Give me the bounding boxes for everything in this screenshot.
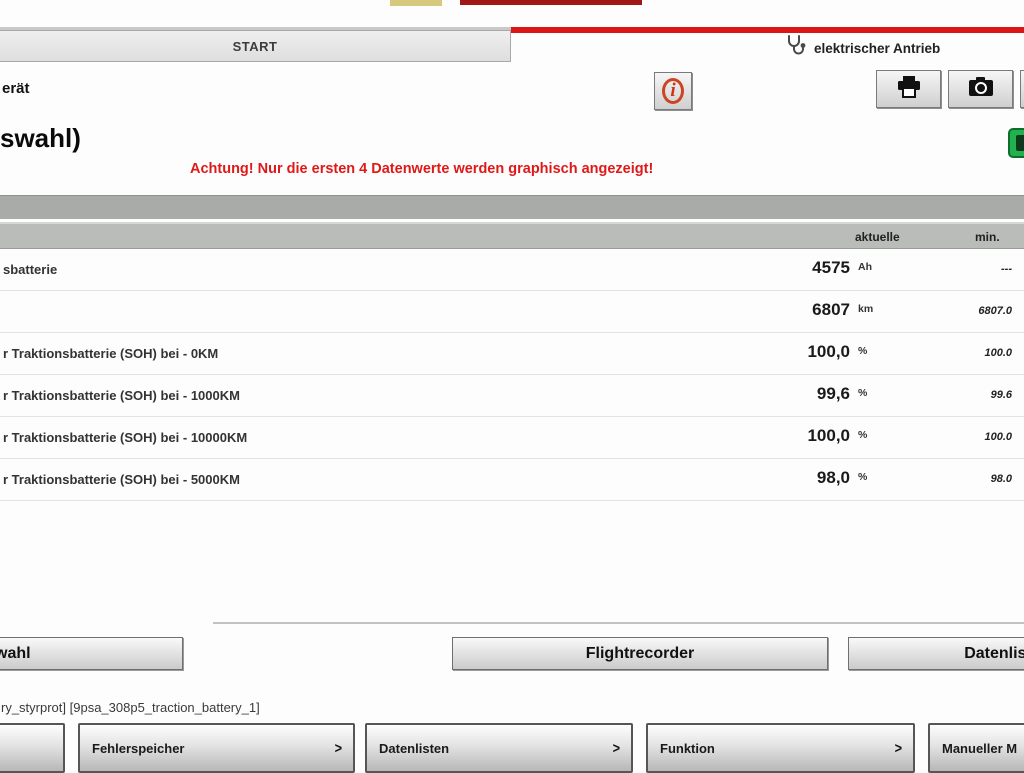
tab-start[interactable]: START xyxy=(0,30,511,62)
table-row[interactable]: r Traktionsbatterie (SOH) bei - 10000KM … xyxy=(0,417,1024,459)
row-unit: % xyxy=(858,471,867,483)
row-min-value: 6807.0 xyxy=(900,305,1012,317)
row-label: r Traktionsbatterie (SOH) bei - 10000KM xyxy=(3,430,247,445)
row-min-value: 100.0 xyxy=(900,347,1012,359)
row-label: r Traktionsbatterie (SOH) bei - 5000KM xyxy=(3,472,240,487)
row-label: r Traktionsbatterie (SOH) bei - 0KM xyxy=(3,346,218,361)
device-text-fragment: erät xyxy=(2,80,30,97)
menu-button-label: Datenlisten xyxy=(367,741,449,756)
menu-button-label: Manueller M xyxy=(930,741,1017,756)
warning-text: Achtung! Nur die ersten 4 Datenwerte wer… xyxy=(190,161,653,177)
table-row[interactable]: r Traktionsbatterie (SOH) bei - 5000KM 9… xyxy=(0,459,1024,501)
chevron-right-icon: > xyxy=(335,740,342,757)
page-title-fragment: swahl) xyxy=(0,123,81,154)
menu-button-label: Fehlerspeicher xyxy=(80,741,185,756)
row-min-value: 99.6 xyxy=(900,389,1012,401)
section-divider xyxy=(213,622,1024,624)
table-row[interactable]: r Traktionsbatterie (SOH) bei - 1000KM 9… xyxy=(0,375,1024,417)
module-name: elektrischer Antrieb xyxy=(814,41,940,56)
row-current-value: 6807 xyxy=(700,300,850,320)
menu-button[interactable]: Fehlerspeicher > xyxy=(78,723,355,773)
selection-button-cropped[interactable]: wahl xyxy=(0,637,183,670)
row-unit: % xyxy=(858,345,867,357)
row-unit: Ah xyxy=(858,261,872,273)
screenshot-button[interactable] xyxy=(948,70,1013,108)
row-current-value: 100,0 xyxy=(700,426,850,446)
stethoscope-icon xyxy=(785,34,809,63)
tab-start-label: START xyxy=(233,39,278,54)
flightrecorder-label: Flightrecorder xyxy=(586,645,694,663)
row-unit: % xyxy=(858,387,867,399)
row-unit: km xyxy=(858,303,873,315)
battery-status-icon xyxy=(1008,128,1024,158)
print-button[interactable] xyxy=(876,70,941,108)
row-unit: % xyxy=(858,429,867,441)
datenliste-button-cropped[interactable]: Datenlist xyxy=(848,637,1024,670)
top-cropped-yellow-bar xyxy=(390,0,442,6)
camera-icon xyxy=(967,76,995,103)
table-header-bar-top xyxy=(0,195,1024,219)
table-row[interactable]: sbatterie 4575 Ah --- xyxy=(0,249,1024,291)
status-line: ry_styrprot] [9psa_308p5_traction_batter… xyxy=(1,700,260,715)
row-current-value: 4575 xyxy=(700,258,850,278)
row-min-value: 98.0 xyxy=(900,473,1012,485)
info-icon: i xyxy=(662,78,684,104)
chevron-right-icon: > xyxy=(895,740,902,757)
row-current-value: 99,6 xyxy=(700,384,850,404)
menu-button-label: Funktion xyxy=(648,741,715,756)
table-row[interactable]: r Traktionsbatterie (SOH) bei - 0KM 100,… xyxy=(0,333,1024,375)
menu-button[interactable]: Manueller M > xyxy=(928,723,1024,773)
accent-red-line xyxy=(511,27,1024,33)
column-header-min: min. xyxy=(975,230,1000,244)
module-header: elektrischer Antrieb xyxy=(785,34,940,63)
datenliste-label: Datenlist xyxy=(964,645,1024,663)
column-header-current: aktuelle xyxy=(855,230,900,244)
printer-icon xyxy=(895,75,923,104)
row-label: sbatterie xyxy=(3,262,57,277)
table-row[interactable]: 6807 km 6807.0 xyxy=(0,291,1024,333)
info-button[interactable]: i xyxy=(654,72,692,110)
row-min-value: --- xyxy=(900,263,1012,275)
row-current-value: 100,0 xyxy=(700,342,850,362)
flightrecorder-button[interactable]: Flightrecorder xyxy=(452,637,828,670)
row-min-value: 100.0 xyxy=(900,431,1012,443)
measurement-table: sbatterie 4575 Ah --- 6807 km 6807.0 r T… xyxy=(0,249,1024,501)
chevron-right-icon: > xyxy=(613,740,620,757)
menu-button[interactable]: Funktion > xyxy=(646,723,915,773)
row-current-value: 98,0 xyxy=(700,468,850,488)
row-label: r Traktionsbatterie (SOH) bei - 1000KM xyxy=(3,388,240,403)
top-cropped-red-bar xyxy=(460,0,642,5)
menu-button[interactable]: Datenlisten > xyxy=(365,723,633,773)
table-header-bar: aktuelle min. xyxy=(0,222,1024,249)
menu-button[interactable]: > xyxy=(0,723,65,773)
selection-button-label: wahl xyxy=(0,645,31,663)
cropped-toolbar-button[interactable] xyxy=(1020,70,1024,108)
